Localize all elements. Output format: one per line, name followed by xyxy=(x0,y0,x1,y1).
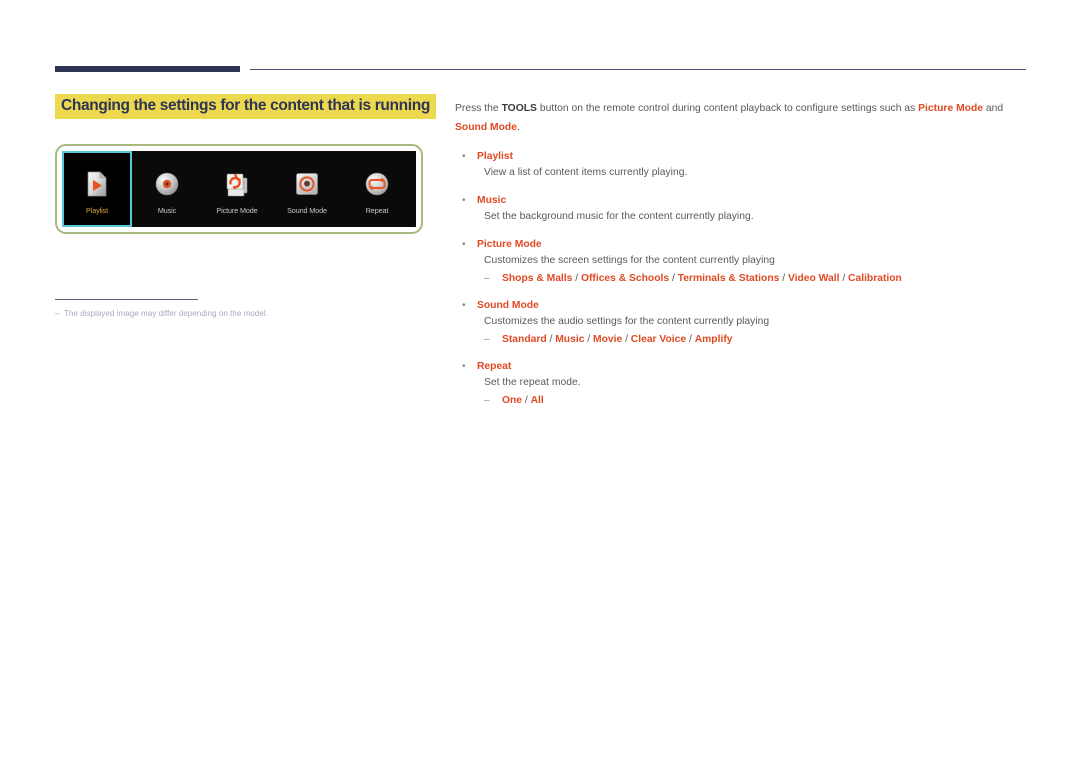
sub-row-picture-mode: – Shops & Malls / Offices & Schools / Te… xyxy=(484,272,1030,286)
music-disc-icon xyxy=(150,167,184,201)
options-repeat[interactable]: One / All xyxy=(502,394,544,408)
osd-label-playlist: Playlist xyxy=(86,206,108,215)
page-header-rules xyxy=(0,66,1080,78)
list-item: • Playlist View a list of content items … xyxy=(455,150,1030,181)
left-column: Changing the settings for the content th… xyxy=(55,94,436,318)
footnote-text: The displayed image may differ depending… xyxy=(64,309,269,318)
item-head-repeat: • Repeat xyxy=(455,360,1030,374)
osd-label-sound-mode: Sound Mode xyxy=(287,206,327,215)
repeat-icon xyxy=(360,167,394,201)
sub-dash-icon: – xyxy=(484,273,490,284)
item-head-sound-mode: • Sound Mode xyxy=(455,299,1030,313)
osd-illustration: Playlist Music Picture Mode Sound Mode R… xyxy=(55,144,423,234)
settings-list: • Playlist View a list of content items … xyxy=(455,150,1030,408)
osd-item-playlist[interactable]: Playlist xyxy=(62,151,132,227)
bullet-icon: • xyxy=(462,239,466,250)
sub-row-repeat: – One / All xyxy=(484,394,1030,408)
osd-label-repeat: Repeat xyxy=(365,206,389,215)
footnote-row: – The displayed image may differ dependi… xyxy=(55,308,355,320)
playlist-icon xyxy=(80,167,114,201)
intro-part3: and xyxy=(983,103,1004,114)
item-title-sound-mode[interactable]: Sound Mode xyxy=(477,299,539,313)
sub-row-sound-mode: – Standard / Music / Movie / Clear Voice… xyxy=(484,333,1030,347)
tools-keyword: TOOLS xyxy=(501,103,537,114)
item-head-playlist: • Playlist xyxy=(455,150,1030,164)
item-head-picture-mode: • Picture Mode xyxy=(455,238,1030,252)
intro-part2: button on the remote control during cont… xyxy=(536,103,919,114)
header-rule-thin xyxy=(250,69,1026,70)
list-item: • Repeat Set the repeat mode. – One / Al… xyxy=(455,360,1030,408)
footnote-block: – The displayed image may differ dependi… xyxy=(55,299,355,320)
sub-dash-icon: – xyxy=(484,395,490,406)
item-desc-music: Set the background music for the content… xyxy=(484,211,754,222)
page-title: Changing the settings for the content th… xyxy=(55,94,436,119)
options-sound-mode[interactable]: Standard / Music / Movie / Clear Voice /… xyxy=(502,333,732,347)
osd-label-picture-mode: Picture Mode xyxy=(216,206,258,215)
options-picture-mode[interactable]: Shops & Malls / Offices & Schools / Term… xyxy=(502,272,902,286)
sound-mode-icon xyxy=(290,167,324,201)
item-desc-picture-mode: Customizes the screen settings for the c… xyxy=(484,255,775,266)
item-desc-playlist: View a list of content items currently p… xyxy=(484,167,688,178)
item-head-music: • Music xyxy=(455,194,1030,208)
intro-part4: . xyxy=(516,122,520,133)
osd-item-picture-mode[interactable]: Picture Mode xyxy=(202,151,272,227)
footnote-rule xyxy=(55,299,198,300)
footnote-dash: – xyxy=(55,309,60,318)
item-desc-repeat: Set the repeat mode. xyxy=(484,377,581,388)
intro-paragraph: Press the TOOLS button on the remote con… xyxy=(455,99,1030,137)
osd-item-sound-mode[interactable]: Sound Mode xyxy=(272,151,342,227)
osd-screen: Playlist Music Picture Mode Sound Mode R… xyxy=(62,151,416,227)
header-rule-thick xyxy=(55,66,240,72)
sub-dash-icon: – xyxy=(484,334,490,345)
list-item: • Picture Mode Customizes the screen set… xyxy=(455,238,1030,286)
picture-mode-icon xyxy=(220,167,254,201)
intro-part1: Press the xyxy=(455,103,502,114)
list-item: • Music Set the background music for the… xyxy=(455,194,1030,225)
osd-label-music: Music xyxy=(157,206,177,215)
osd-item-music[interactable]: Music xyxy=(132,151,202,227)
osd-item-repeat[interactable]: Repeat xyxy=(342,151,412,227)
item-title-repeat[interactable]: Repeat xyxy=(477,360,511,374)
item-title-picture-mode[interactable]: Picture Mode xyxy=(477,238,542,252)
bullet-icon: • xyxy=(462,151,466,162)
bullet-icon: • xyxy=(462,195,466,206)
intro-sound-mode: Sound Mode xyxy=(455,122,517,133)
intro-picture-mode: Picture Mode xyxy=(918,103,984,114)
item-desc-sound-mode: Customizes the audio settings for the co… xyxy=(484,316,770,327)
list-item: • Sound Mode Customizes the audio settin… xyxy=(455,299,1030,347)
item-title-music[interactable]: Music xyxy=(477,194,506,208)
item-title-playlist[interactable]: Playlist xyxy=(477,150,513,164)
right-column: Press the TOOLS button on the remote con… xyxy=(455,99,1030,408)
bullet-icon: • xyxy=(462,361,466,372)
bullet-icon: • xyxy=(462,300,466,311)
